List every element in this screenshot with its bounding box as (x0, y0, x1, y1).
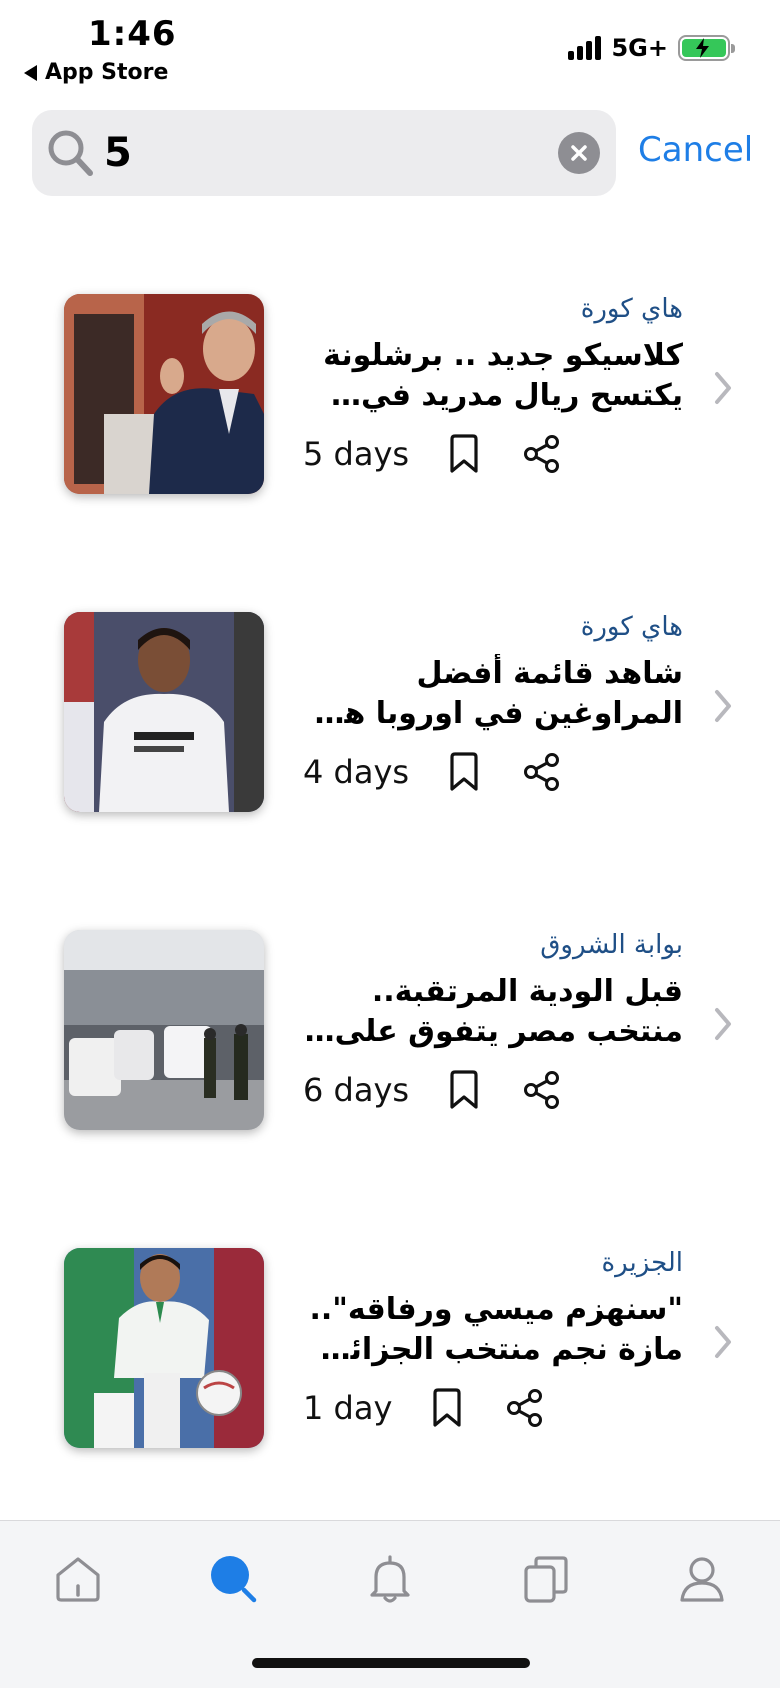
article-source: هاي كورة (580, 294, 683, 324)
bell-icon (370, 1555, 410, 1603)
bookmark-icon[interactable] (447, 434, 481, 474)
article-source: هاي كورة (580, 612, 683, 642)
article-thumbnail (64, 1248, 264, 1448)
signal-icon (568, 36, 602, 60)
article-thumbnail (64, 612, 264, 812)
article-thumbnail (64, 930, 264, 1130)
back-app-label: App Store (45, 60, 169, 85)
status-time: 1:46 (88, 14, 177, 54)
search-field[interactable] (32, 110, 616, 196)
share-icon[interactable] (506, 1388, 544, 1428)
person-icon (680, 1557, 724, 1602)
app-screen: 1:46 App Store 5G+ Cancel (0, 0, 780, 1688)
clear-search-button[interactable] (558, 132, 600, 174)
result-row[interactable]: الجزيرة "سنهزم ميسي ورفاقه".. مازة نجم م… (0, 1248, 780, 1458)
cancel-button[interactable]: Cancel (638, 130, 753, 170)
article-thumbnail (64, 294, 264, 494)
tab-notifications[interactable] (360, 1549, 420, 1609)
close-icon (571, 145, 587, 161)
article-source: الجزيرة (601, 1248, 683, 1278)
chevron-right-icon (715, 1326, 731, 1358)
result-row[interactable]: هاي كورة شاهد قائمة أفضل المراوغين في او… (0, 612, 780, 822)
article-title: قبل الودية المرتقبة.. منتخب مصر يتفوق عل… (334, 974, 683, 1056)
tab-home[interactable] (48, 1549, 108, 1609)
tab-search[interactable] (204, 1549, 264, 1609)
article-title: شاهد قائمة أفضل المراوغين في اوروبا هذا … (316, 656, 683, 738)
article-age: 1 day (303, 1389, 393, 1427)
tab-profile[interactable] (672, 1549, 732, 1609)
chevron-right-icon (715, 690, 731, 722)
article-meta: 4 days (303, 748, 561, 796)
search-icon (211, 1556, 257, 1603)
article-meta: 6 days (303, 1066, 561, 1114)
article-age: 5 days (303, 435, 410, 473)
article-age: 6 days (303, 1071, 410, 1109)
article-meta: 1 day (303, 1384, 544, 1432)
battery-icon (678, 35, 735, 61)
chevron-right-icon (715, 372, 731, 404)
search-input[interactable] (104, 124, 574, 182)
back-triangle-icon (24, 64, 37, 81)
bookmark-icon[interactable] (430, 1388, 464, 1428)
home-indicator[interactable] (252, 1658, 530, 1668)
share-icon[interactable] (523, 752, 561, 792)
bookmark-icon[interactable] (447, 1070, 481, 1110)
home-icon (56, 1557, 100, 1602)
stacked-cards-icon (524, 1556, 568, 1603)
back-to-app-store[interactable]: App Store (24, 60, 168, 85)
bookmark-icon[interactable] (447, 752, 481, 792)
share-icon[interactable] (523, 1070, 561, 1110)
result-row[interactable]: بوابة الشروق قبل الودية المرتقبة.. منتخب… (0, 930, 780, 1140)
share-icon[interactable] (523, 434, 561, 474)
article-meta: 5 days (303, 430, 561, 478)
chevron-right-icon (715, 1008, 731, 1040)
network-label: 5G+ (611, 34, 668, 62)
article-title: كلاسيكو جديد .. برشلونة يكتسح ريال مدريد… (323, 338, 683, 420)
result-row[interactable]: هاي كورة كلاسيكو جديد .. برشلونة يكتسح ر… (0, 294, 780, 504)
tab-saved[interactable] (516, 1549, 576, 1609)
article-source: بوابة الشروق (540, 930, 683, 960)
article-title: "سنهزم ميسي ورفاقه".. مازة نجم منتخب الج… (309, 1292, 683, 1374)
article-age: 4 days (303, 753, 410, 791)
search-icon (48, 130, 93, 176)
status-indicators: 5G+ (568, 34, 735, 62)
